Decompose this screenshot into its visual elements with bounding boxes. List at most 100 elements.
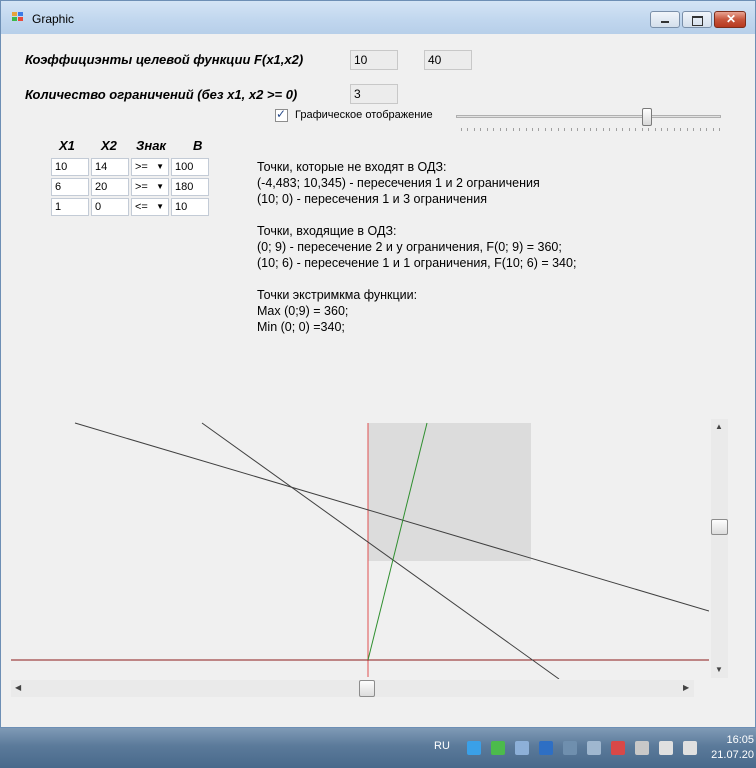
- horizontal-scroll-thumb[interactable]: [359, 680, 375, 697]
- close-button[interactable]: ✕: [714, 11, 746, 28]
- slider-tick: [570, 128, 572, 131]
- cell-r2-x1[interactable]: 6: [51, 178, 89, 196]
- slider-tick: [499, 128, 501, 131]
- results-line: Min (0; 0) =340;: [257, 320, 345, 334]
- plot-canvas: [11, 422, 709, 679]
- cell-r3-x1[interactable]: 1: [51, 198, 89, 216]
- form-client-area: Коэффициэнты целевой функции F(x1,x2) 10…: [9, 34, 747, 699]
- graphic-toggle-checkbox[interactable]: [275, 107, 288, 122]
- slider-tick: [686, 128, 688, 131]
- scroll-left-icon[interactable]: ◀: [15, 683, 21, 692]
- results-line: Max (0;9) = 360;: [257, 304, 349, 318]
- window-title: Graphic: [32, 12, 75, 26]
- cell-r2-b[interactable]: 180: [171, 178, 209, 196]
- plot-vertical-scrollbar[interactable]: ▲ ▼: [711, 419, 728, 678]
- constraints-count-label: Количество ограничений (без x1, x2 >= 0): [25, 87, 298, 102]
- slider-tick: [635, 128, 637, 131]
- slider-tick: [680, 128, 682, 131]
- results-line: (0; 9) - пересечение 2 и y ограничения, …: [257, 240, 562, 254]
- cell-r1-x2[interactable]: 14: [91, 158, 129, 176]
- slider-tick: [641, 128, 643, 131]
- slider-tick: [654, 128, 656, 131]
- col-header-b: B: [193, 138, 203, 153]
- taskbar: RU 16:05 21.07.20: [0, 728, 756, 768]
- flag-icon[interactable]: [611, 741, 625, 755]
- col-header-sign: Знак: [136, 138, 167, 153]
- graphic-toggle-label: Графическое отображение: [295, 109, 433, 121]
- results-line: Точки экстримкма функции:: [257, 288, 418, 302]
- antivirus-icon[interactable]: [491, 741, 505, 755]
- language-indicator[interactable]: RU: [434, 740, 450, 752]
- minimize-icon: [661, 21, 669, 23]
- slider-tick: [699, 128, 701, 131]
- minimize-button[interactable]: [650, 11, 680, 28]
- col-header-x1: X1: [59, 138, 75, 153]
- scroll-right-icon[interactable]: ▶: [683, 683, 689, 692]
- slider-tick: [493, 128, 495, 131]
- results-line: (10; 0) - пересечения 1 и 3 ограничения: [257, 192, 487, 206]
- chevron-down-icon: ▼: [156, 182, 164, 191]
- plot-horizontal-scrollbar[interactable]: ◀ ▶: [11, 680, 694, 697]
- clock-date: 21.07.20: [711, 749, 754, 761]
- cell-r1-x1[interactable]: 10: [51, 158, 89, 176]
- col-header-x2: X2: [101, 138, 117, 153]
- clock-time: 16:05: [726, 734, 754, 746]
- slider-tick: [538, 128, 540, 131]
- slider-tick: [467, 128, 469, 131]
- cell-r2-sign[interactable]: >= ▼: [131, 178, 169, 196]
- safe-remove-icon[interactable]: [587, 741, 601, 755]
- chevron-down-icon: ▼: [156, 162, 164, 171]
- slider-tick: [506, 128, 508, 131]
- slider-tick: [596, 128, 598, 131]
- scroll-down-icon[interactable]: ▼: [715, 665, 723, 674]
- slider-tick: [531, 128, 533, 131]
- monitor-icon[interactable]: [539, 741, 553, 755]
- connection-icon[interactable]: [515, 741, 529, 755]
- slider-tick: [551, 128, 553, 131]
- zoom-slider-track[interactable]: [456, 115, 721, 118]
- results-line: (10; 6) - пересечение 1 и 1 ограничения,…: [257, 256, 577, 270]
- maximize-icon: [692, 16, 703, 26]
- slider-tick: [628, 128, 630, 131]
- feasible-region: [368, 423, 531, 561]
- slider-tick: [590, 128, 591, 131]
- cell-r1-b[interactable]: 100: [171, 158, 209, 176]
- cell-r1-sign[interactable]: >= ▼: [131, 158, 169, 176]
- clock[interactable]: 16:05 21.07.20: [711, 733, 754, 763]
- title-bar[interactable]: Graphic ✕: [1, 1, 755, 34]
- slider-tick: [602, 128, 604, 131]
- slider-tick: [525, 128, 527, 131]
- network-icon[interactable]: [563, 741, 577, 755]
- printer-icon[interactable]: [635, 741, 649, 755]
- scroll-up-icon[interactable]: ▲: [715, 422, 723, 431]
- objective-coef-x1[interactable]: 10: [350, 50, 398, 70]
- slider-tick: [486, 128, 488, 131]
- objective-coef-x2[interactable]: 40: [424, 50, 472, 70]
- slider-tick: [673, 128, 675, 131]
- signal-icon[interactable]: [659, 741, 673, 755]
- app-icon: [12, 12, 24, 22]
- cell-r3-b[interactable]: 10: [171, 198, 209, 216]
- results-line: [257, 271, 576, 287]
- app-window: Graphic ✕ Коэффициэнты целевой функции F…: [0, 0, 756, 728]
- cell-r3-x2[interactable]: 0: [91, 198, 129, 216]
- slider-tick: [660, 128, 662, 131]
- network-shield-icon[interactable]: [467, 741, 481, 755]
- slider-tick: [719, 128, 720, 131]
- cell-r3-sign[interactable]: <= ▼: [131, 198, 169, 216]
- slider-tick: [564, 128, 566, 131]
- maximize-button[interactable]: [682, 11, 712, 28]
- results-line: Точки, входящие в ОДЗ:: [257, 224, 397, 238]
- zoom-slider-thumb[interactable]: [641, 108, 652, 126]
- volume-icon[interactable]: [683, 741, 697, 755]
- sign-value: >=: [135, 161, 148, 173]
- constraints-count-input[interactable]: 3: [350, 84, 398, 104]
- slider-tick: [480, 128, 482, 131]
- results-text: Точки, которые не входят в ОДЗ: (-4,483;…: [257, 159, 576, 335]
- slider-tick: [609, 128, 611, 131]
- vertical-scroll-thumb[interactable]: [711, 518, 728, 535]
- results-line: Точки, которые не входят в ОДЗ:: [257, 160, 447, 174]
- cell-r2-x2[interactable]: 20: [91, 178, 129, 196]
- chevron-down-icon: ▼: [156, 202, 164, 211]
- slider-tick: [583, 128, 585, 131]
